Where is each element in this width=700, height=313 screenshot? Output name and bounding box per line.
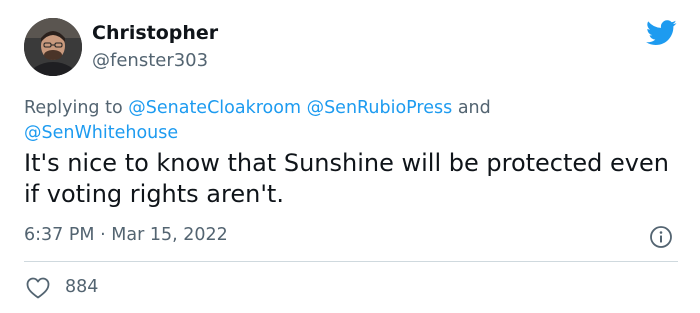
divider bbox=[24, 261, 678, 262]
tweet-card: Christopher @fenster303 Replying to @Sen… bbox=[0, 0, 700, 313]
info-icon[interactable] bbox=[649, 225, 673, 249]
reply-prefix: Replying to bbox=[24, 98, 123, 118]
reply-conjunction: and bbox=[457, 98, 491, 118]
timestamp-separator: · bbox=[100, 225, 106, 245]
reply-context: Replying to @SenateCloakroom @SenRubioPr… bbox=[24, 96, 664, 146]
mention-link[interactable]: @SenWhitehouse bbox=[24, 123, 178, 143]
mention-link[interactable]: @SenRubioPress bbox=[307, 98, 453, 118]
like-count: 884 bbox=[65, 277, 99, 297]
tweet-time: 6:37 PM bbox=[24, 225, 95, 245]
author-display-name[interactable]: Christopher bbox=[92, 22, 218, 44]
twitter-bird-icon[interactable] bbox=[646, 20, 677, 46]
avatar-image bbox=[24, 18, 82, 76]
avatar[interactable] bbox=[24, 18, 82, 76]
author-handle[interactable]: @fenster303 bbox=[92, 50, 208, 71]
mention-link[interactable]: @SenateCloakroom bbox=[128, 98, 301, 118]
tweet-date: Mar 15, 2022 bbox=[111, 225, 228, 245]
tweet-text: It's nice to know that Sunshine will be … bbox=[24, 149, 669, 208]
heart-icon[interactable] bbox=[26, 277, 50, 299]
tweet-timestamp[interactable]: 6:37 PM · Mar 15, 2022 bbox=[24, 225, 228, 245]
